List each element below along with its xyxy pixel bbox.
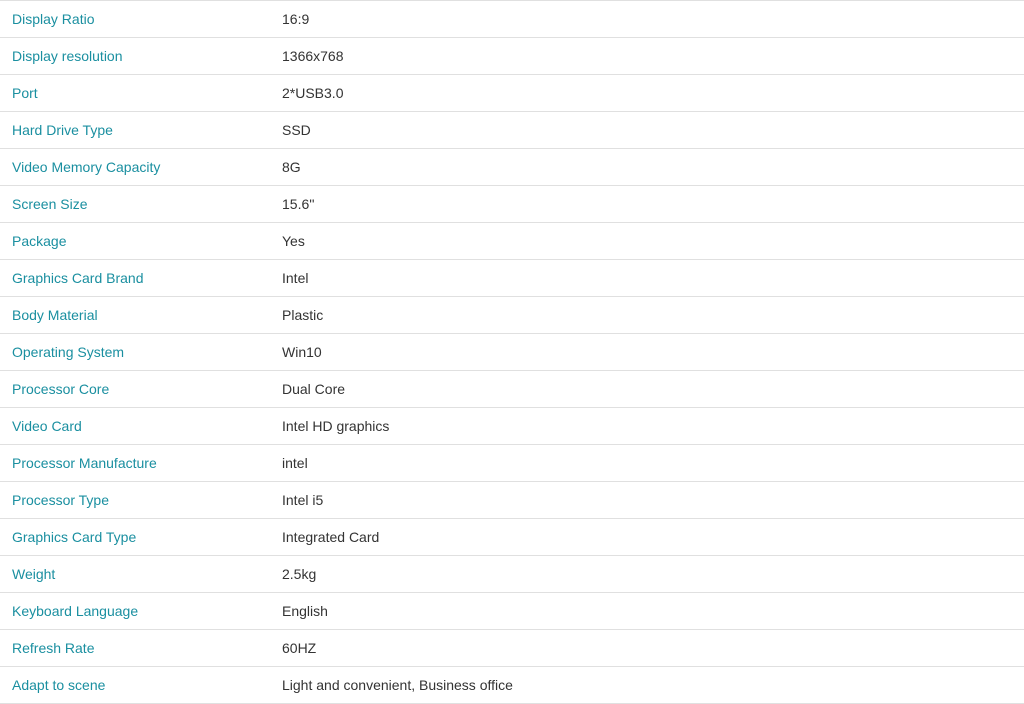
table-row: Processor CoreDual Core — [0, 371, 1024, 408]
table-row: PackageYes — [0, 223, 1024, 260]
table-row: Keyboard LanguageEnglish — [0, 593, 1024, 630]
spec-value: Dual Core — [270, 371, 1024, 408]
spec-label: Display resolution — [0, 38, 270, 75]
spec-label: Processor Manufacture — [0, 445, 270, 482]
spec-value: 1366x768 — [270, 38, 1024, 75]
spec-label: Refresh Rate — [0, 630, 270, 667]
spec-label: Hard Drive Type — [0, 112, 270, 149]
spec-value: SSD — [270, 112, 1024, 149]
table-row: Processor TypeIntel i5 — [0, 482, 1024, 519]
specs-table: Display Ratio16:9Display resolution1366x… — [0, 0, 1024, 704]
spec-value: Intel HD graphics — [270, 408, 1024, 445]
table-row: Display resolution1366x768 — [0, 38, 1024, 75]
spec-label: Body Material — [0, 297, 270, 334]
table-row: Graphics Card BrandIntel — [0, 260, 1024, 297]
table-row: Refresh Rate60HZ — [0, 630, 1024, 667]
table-row: Adapt to sceneLight and convenient, Busi… — [0, 667, 1024, 704]
spec-label: Processor Core — [0, 371, 270, 408]
spec-label: Graphics Card Type — [0, 519, 270, 556]
table-row: Port2*USB3.0 — [0, 75, 1024, 112]
spec-label: Keyboard Language — [0, 593, 270, 630]
spec-value: Yes — [270, 223, 1024, 260]
spec-value: 2*USB3.0 — [270, 75, 1024, 112]
table-row: Screen Size15.6'' — [0, 186, 1024, 223]
spec-value: Plastic — [270, 297, 1024, 334]
spec-label: Adapt to scene — [0, 667, 270, 704]
spec-label: Operating System — [0, 334, 270, 371]
spec-value: Win10 — [270, 334, 1024, 371]
table-row: Processor Manufactureintel — [0, 445, 1024, 482]
spec-label: Port — [0, 75, 270, 112]
spec-value: 8G — [270, 149, 1024, 186]
table-row: Display Ratio16:9 — [0, 1, 1024, 38]
spec-label: Processor Type — [0, 482, 270, 519]
spec-label: Screen Size — [0, 186, 270, 223]
spec-label: Display Ratio — [0, 1, 270, 38]
spec-label: Video Card — [0, 408, 270, 445]
spec-value: 2.5kg — [270, 556, 1024, 593]
table-row: Video CardIntel HD graphics — [0, 408, 1024, 445]
table-row: Graphics Card TypeIntegrated Card — [0, 519, 1024, 556]
spec-value: 16:9 — [270, 1, 1024, 38]
spec-label: Weight — [0, 556, 270, 593]
table-row: Body MaterialPlastic — [0, 297, 1024, 334]
spec-value: Intel i5 — [270, 482, 1024, 519]
spec-value: Light and convenient, Business office — [270, 667, 1024, 704]
table-row: Video Memory Capacity8G — [0, 149, 1024, 186]
spec-label: Package — [0, 223, 270, 260]
table-row: Hard Drive TypeSSD — [0, 112, 1024, 149]
spec-value: 60HZ — [270, 630, 1024, 667]
spec-value: 15.6'' — [270, 186, 1024, 223]
table-row: Weight2.5kg — [0, 556, 1024, 593]
spec-value: Intel — [270, 260, 1024, 297]
spec-label: Video Memory Capacity — [0, 149, 270, 186]
spec-value: Integrated Card — [270, 519, 1024, 556]
spec-label: Graphics Card Brand — [0, 260, 270, 297]
spec-value: intel — [270, 445, 1024, 482]
spec-value: English — [270, 593, 1024, 630]
table-row: Operating SystemWin10 — [0, 334, 1024, 371]
